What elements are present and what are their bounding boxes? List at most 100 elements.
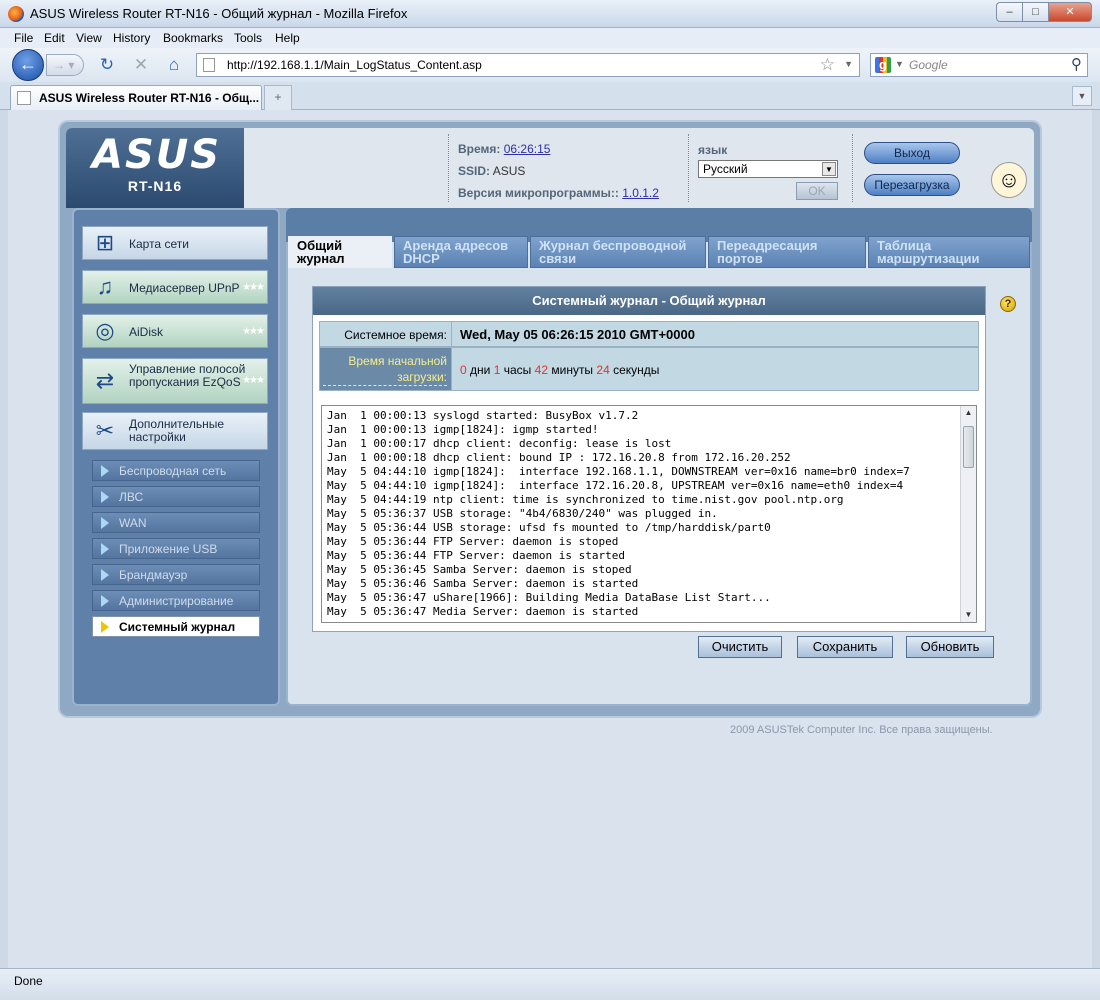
system-time-row: Системное время: Wed, May 05 06:26:15 20… [319, 321, 979, 347]
url-bar[interactable]: http://192.168.1.1/Main_LogStatus_Conten… [196, 53, 860, 77]
sidebar-item-upnp[interactable]: ♫ Медиасервер UPnP ★★★ [82, 270, 268, 304]
menu-bar: File Edit View History Bookmarks Tools H… [0, 28, 1100, 48]
uptime-label-cell: Время начальной загрузки: [320, 348, 452, 390]
sidebar-item-label: Дополнительные настройки [129, 417, 224, 444]
sidebar-item-aidisk[interactable]: ◎ AiDisk ★★★ [82, 314, 268, 348]
log-line: May 5 05:36:44 USB storage: ufsd fs moun… [327, 521, 771, 534]
bookmark-star-icon[interactable]: ☆ [820, 55, 835, 75]
logout-button[interactable]: Выход [864, 142, 960, 164]
url-dropdown-icon[interactable]: ▼ [844, 59, 853, 69]
tab-wireless-log[interactable]: Журнал беспроводной связи [530, 236, 706, 268]
menu-bookmarks[interactable]: Bookmarks [163, 31, 223, 45]
clear-button[interactable]: Очистить [698, 636, 782, 658]
log-textarea[interactable]: Jan 1 00:00:13 syslogd started: BusyBox … [321, 405, 977, 623]
maximize-button[interactable]: □ [1022, 2, 1048, 22]
reboot-button[interactable]: Перезагрузка [864, 174, 960, 196]
sidebar-subitem-label: Приложение USB [119, 542, 218, 556]
uptime-value: 0 дни 1 часы 42 минуты 24 секунды [460, 363, 659, 377]
forward-arrow-icon: → ▾ [53, 58, 75, 72]
reload-icon[interactable]: ↻ [96, 54, 118, 76]
search-bar[interactable]: g ▼ Google ⚲ [870, 53, 1088, 77]
menu-history[interactable]: History [113, 31, 150, 45]
sidebar-item-network-map[interactable]: ⊞ Карта сети [82, 226, 268, 260]
asus-logo: ASUS RT-N16 [66, 128, 244, 208]
scroll-thumb[interactable] [963, 426, 974, 468]
scroll-down-icon[interactable]: ▼ [961, 608, 976, 622]
tab-general-log[interactable]: Общий журнал [288, 236, 392, 268]
sidebar-subitem-system-log[interactable]: Системный журнал [92, 616, 260, 637]
stop-icon[interactable]: ✕ [130, 54, 152, 76]
tab-port-forwarding[interactable]: Переадресация портов [708, 236, 866, 268]
menu-help[interactable]: Help [275, 31, 300, 45]
sidebar-subitem-firewall[interactable]: Брандмауэр [92, 564, 260, 585]
url-text: http://192.168.1.1/Main_LogStatus_Conten… [227, 58, 482, 72]
uptime-label: Время начальной загрузки: [323, 353, 447, 386]
google-engine-icon[interactable]: g [875, 57, 891, 73]
menu-file[interactable]: File [14, 31, 33, 45]
uptime-seconds-unit: секунды [613, 363, 660, 377]
close-window-button[interactable]: ✕ [1048, 2, 1092, 22]
menu-edit[interactable]: Edit [44, 31, 65, 45]
tab-dhcp-leases[interactable]: Аренда адресов DHCP [394, 236, 528, 268]
browser-tab[interactable]: ASUS Wireless Router RT-N16 - Общ... [10, 85, 262, 110]
brand-logo-text: ASUS [92, 132, 222, 178]
sidebar-subitem-usb-app[interactable]: Приложение USB [92, 538, 260, 559]
time-link[interactable]: 06:26:15 [504, 142, 551, 156]
log-line: Jan 1 00:00:13 igmp[1824]: igmp started! [327, 423, 599, 436]
log-line: May 5 05:36:44 FTP Server: daemon is sta… [327, 549, 626, 562]
arrow-right-icon [101, 465, 109, 477]
language-select[interactable]: Русский ▼ [698, 160, 838, 178]
log-line: May 5 05:36:47 uShare[1966]: Building Me… [327, 591, 771, 604]
log-line: Jan 1 00:00:18 dhcp client: bound IP : 1… [327, 451, 791, 464]
back-arrow-icon: ← [19, 54, 37, 74]
help-icon[interactable]: ? [1000, 296, 1016, 312]
new-tab-button[interactable]: + [264, 85, 292, 110]
chevron-down-icon: ▼ [822, 162, 836, 176]
firmware-link[interactable]: 1.0.1.2 [622, 186, 659, 200]
arrow-right-icon [101, 595, 109, 607]
sidebar-item-label: Карта сети [129, 237, 189, 251]
uptime-row: Время начальной загрузки: 0 дни 1 часы 4… [319, 347, 979, 391]
refresh-button[interactable]: Обновить [906, 636, 994, 658]
sidebar-item-ezqos[interactable]: ⇄ Управление полосой пропускания EzQoS ★… [82, 358, 268, 404]
uptime-minutes-unit: минуты [551, 363, 594, 377]
router-frame: ASUS RT-N16 Время: 06:26:15 SSID: ASUS В… [60, 122, 1040, 716]
menu-view[interactable]: View [76, 31, 102, 45]
engine-dropdown-icon[interactable]: ▼ [895, 59, 904, 69]
log-line: May 5 05:36:47 Media Server: daemon is s… [327, 605, 639, 618]
back-button[interactable]: ← [12, 49, 44, 81]
system-time-value: Wed, May 05 06:26:15 2010 GMT+0000 [460, 327, 695, 342]
uptime-hours-unit: часы [503, 363, 532, 377]
forward-button[interactable]: → ▾ [46, 54, 84, 76]
sidebar-subitem-wan[interactable]: WAN [92, 512, 260, 533]
time-info: Время: 06:26:15 [458, 142, 550, 156]
tab-list-button[interactable]: ▼ [1072, 86, 1092, 106]
sidebar-subitem-administration[interactable]: Администрирование [92, 590, 260, 611]
sidebar-subitem-lan[interactable]: ЛВС [92, 486, 260, 507]
sidebar-subitem-label: Брандмауэр [119, 568, 188, 582]
search-icon[interactable]: ⚲ [1071, 55, 1082, 73]
sidebar-item-label: AiDisk [129, 325, 164, 339]
copyright-text: 2009 ASUSTek Computer Inc. Все права защ… [730, 724, 993, 736]
uptime-minutes: 42 [534, 363, 549, 377]
sidebar-subitem-label: WAN [119, 516, 147, 530]
sidebar-item-advanced[interactable]: ✂ Дополнительные настройки [82, 412, 268, 450]
arrow-right-icon [101, 517, 109, 529]
navigation-toolbar: ← → ▾ ↻ ✕ ⌂ http://192.168.1.1/Main_LogS… [0, 48, 1100, 82]
home-icon[interactable]: ⌂ [163, 54, 185, 76]
menu-tools[interactable]: Tools [234, 31, 262, 45]
scroll-up-icon[interactable]: ▲ [961, 406, 976, 420]
sidebar-subitem-wireless[interactable]: Беспроводная сеть [92, 460, 260, 481]
minimize-button[interactable]: – [996, 2, 1022, 22]
firefox-icon [8, 6, 24, 22]
tab-routing-table[interactable]: Таблица маршрутизации [868, 236, 1030, 268]
network-map-icon: ⊞ [95, 230, 115, 255]
media-server-icon: ♫ [96, 274, 114, 299]
language-value: Русский [703, 162, 748, 176]
log-title: Системный журнал - Общий журнал [313, 287, 985, 315]
sidebar-subitem-label: Администрирование [119, 594, 234, 608]
log-scrollbar[interactable]: ▲ ▼ [960, 406, 976, 622]
save-button[interactable]: Сохранить [797, 636, 893, 658]
ok-button[interactable]: OK [796, 182, 838, 200]
log-line: May 5 04:44:19 ntp client: time is synch… [327, 493, 844, 506]
